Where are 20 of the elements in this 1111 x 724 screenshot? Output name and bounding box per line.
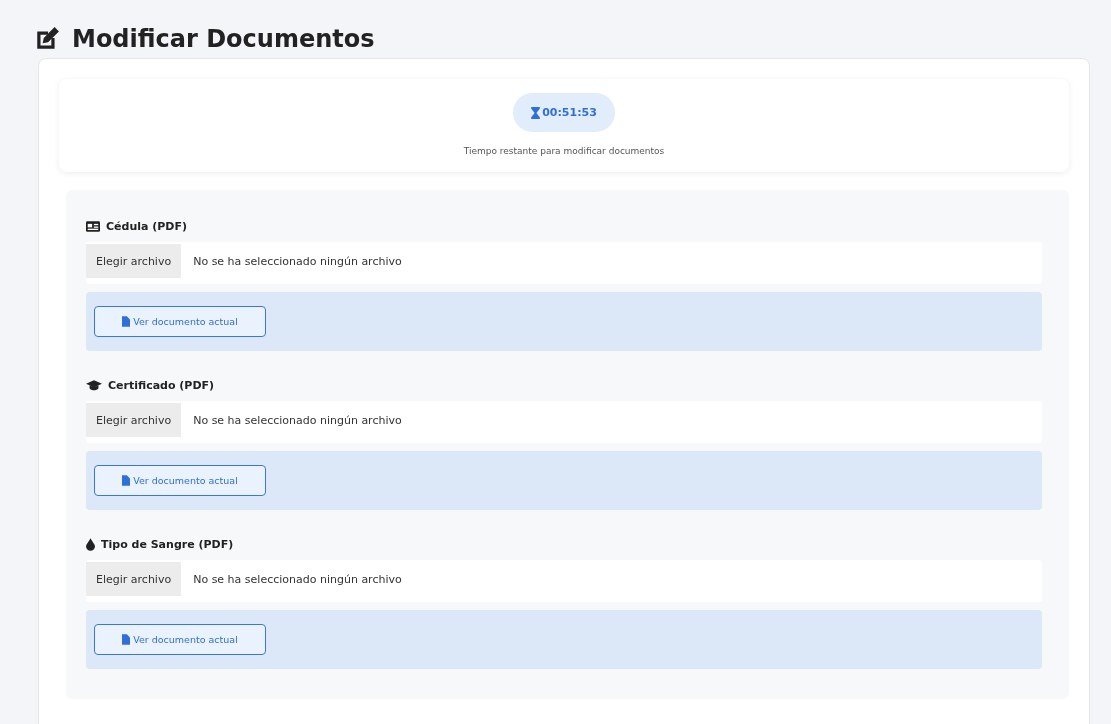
pdf-file-icon	[122, 475, 131, 486]
pdf-file-icon	[122, 316, 131, 327]
file-input[interactable]: Elegir archivo No se ha seleccionado ningún archivo	[86, 401, 1042, 443]
graduation-cap-icon	[86, 379, 102, 391]
drop-icon	[86, 537, 95, 551]
view-document-button[interactable]: Ver documento actual	[94, 624, 266, 655]
hourglass-icon	[531, 106, 541, 119]
file-input[interactable]: Elegir archivo No se ha seleccionado ningún archivo	[86, 242, 1042, 284]
view-document-button[interactable]: Ver documento actual	[94, 465, 266, 496]
document-label: Certificado (PDF)	[108, 378, 215, 392]
pdf-file-icon	[122, 634, 131, 645]
page-title: Modificar Documentos	[72, 25, 375, 53]
timer-caption: Tiempo restante para modificar documentos	[463, 146, 665, 156]
view-document-button[interactable]: Ver documento actual	[94, 306, 266, 337]
document-label: Tipo de Sangre (PDF)	[101, 537, 234, 551]
id-card-icon	[86, 220, 100, 232]
file-input[interactable]: Elegir archivo No se ha seleccionado ningún archivo	[86, 560, 1042, 602]
edit-icon	[34, 26, 60, 52]
document-label: Cédula (PDF)	[106, 219, 188, 233]
timer-text: 00:51:53	[542, 106, 597, 119]
